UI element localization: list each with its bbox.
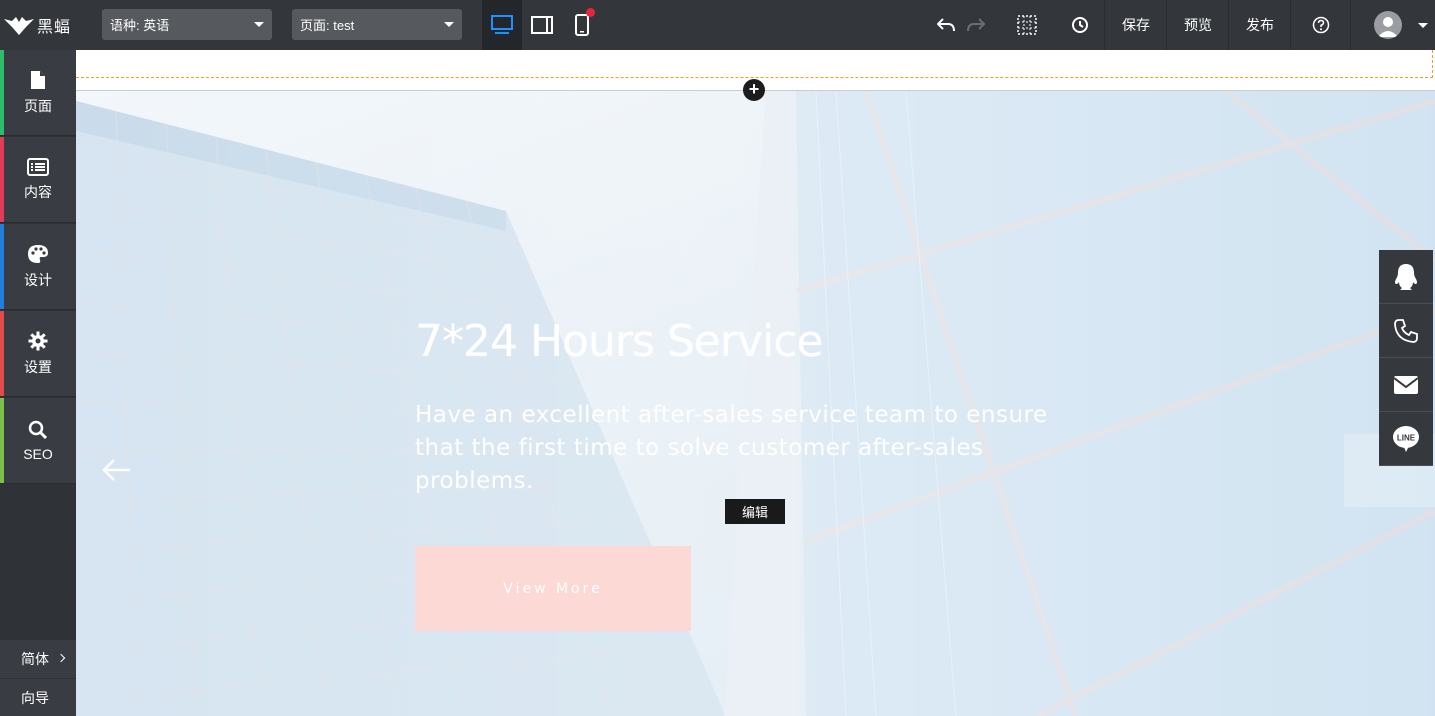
language-switch-label: 简体 bbox=[21, 651, 49, 667]
chevron-down-icon bbox=[444, 22, 454, 27]
hero-description[interactable]: Have an excellent after-sales service te… bbox=[415, 399, 1075, 498]
qq-contact-button[interactable] bbox=[1379, 250, 1433, 304]
desktop-view-button[interactable] bbox=[482, 0, 522, 50]
language-select[interactable]: 语种: 英语 bbox=[102, 9, 272, 40]
hero-title[interactable]: 7*24 Hours Service bbox=[415, 316, 823, 367]
editor-canvas[interactable]: + 7*24 Hours Service Have an excellent a… bbox=[76, 50, 1435, 716]
notification-dot bbox=[586, 8, 595, 17]
page-select[interactable]: 页面: test bbox=[292, 9, 462, 40]
tablet-view-button[interactable] bbox=[522, 0, 562, 50]
publish-button[interactable]: 发布 bbox=[1229, 0, 1291, 50]
mail-contact-button[interactable] bbox=[1379, 358, 1433, 412]
tablet-icon bbox=[531, 16, 553, 34]
guide-label: 向导 bbox=[21, 689, 49, 706]
line-contact-button[interactable]: LINE bbox=[1379, 412, 1433, 466]
sidebar-item-label: 设置 bbox=[24, 358, 52, 375]
plus-icon: + bbox=[748, 79, 760, 99]
mobile-view-button[interactable] bbox=[562, 0, 602, 50]
palette-icon bbox=[28, 244, 48, 263]
undo-button[interactable] bbox=[932, 0, 960, 50]
sidebar-item-page[interactable]: 页面 bbox=[0, 50, 76, 136]
redo-icon bbox=[967, 18, 985, 32]
sidebar-item-content[interactable]: 内容 bbox=[0, 137, 76, 223]
edit-button[interactable]: 编辑 bbox=[725, 499, 785, 524]
chevron-down-icon bbox=[254, 22, 264, 27]
left-sidebar: 页面 内容 设计 设置 SEO 简体 向导 bbox=[0, 50, 76, 716]
history-icon bbox=[1072, 17, 1088, 33]
toolbar-divider bbox=[1350, 0, 1351, 50]
floating-contact-bar: LINE bbox=[1379, 250, 1433, 466]
top-toolbar: 黑蝠 语种: 英语 页面: test 保存 预览 发布 bbox=[0, 0, 1435, 50]
language-switch[interactable]: 简体 bbox=[0, 640, 76, 678]
sidebar-item-label: 内容 bbox=[24, 183, 52, 200]
grid-icon bbox=[1017, 15, 1037, 35]
undo-icon bbox=[937, 18, 955, 32]
sidebar-accent-bar bbox=[0, 398, 4, 483]
line-icon: LINE bbox=[1393, 425, 1419, 452]
line-text: LINE bbox=[1397, 433, 1416, 442]
list-icon bbox=[27, 157, 49, 176]
header-section[interactable] bbox=[76, 50, 1433, 78]
chevron-down-icon[interactable] bbox=[1418, 23, 1428, 28]
preview-button[interactable]: 预览 bbox=[1167, 0, 1229, 50]
sidebar-item-seo[interactable]: SEO bbox=[0, 398, 76, 484]
help-icon bbox=[1312, 16, 1330, 34]
grid-toggle-button[interactable] bbox=[1012, 0, 1042, 50]
help-button[interactable] bbox=[1292, 0, 1350, 50]
bat-logo-icon bbox=[4, 17, 34, 35]
redo-button[interactable] bbox=[962, 0, 990, 50]
history-button[interactable] bbox=[1064, 0, 1096, 50]
view-more-button[interactable]: View More bbox=[415, 546, 691, 631]
phone-device-icon bbox=[575, 14, 589, 36]
save-button[interactable]: 保存 bbox=[1105, 0, 1167, 50]
sidebar-item-settings[interactable]: 设置 bbox=[0, 311, 76, 397]
sidebar-accent-bar bbox=[0, 137, 4, 222]
guide-button[interactable]: 向导 bbox=[0, 679, 76, 716]
sidebar-accent-bar bbox=[0, 224, 4, 309]
gear-icon bbox=[28, 331, 48, 350]
arrow-left-icon[interactable] bbox=[102, 458, 132, 482]
user-icon bbox=[1378, 17, 1398, 37]
desktop-icon bbox=[491, 15, 513, 34]
sidebar-accent-bar bbox=[0, 50, 4, 135]
phone-contact-button[interactable] bbox=[1379, 304, 1433, 358]
language-select-value: 语种: 英语 bbox=[110, 18, 170, 33]
search-icon bbox=[28, 420, 48, 439]
page-select-value: 页面: test bbox=[300, 18, 355, 33]
sidebar-item-label: 设计 bbox=[24, 271, 52, 288]
phone-icon bbox=[1394, 318, 1418, 343]
toolbar-divider bbox=[1290, 0, 1291, 50]
sidebar-item-label: SEO bbox=[23, 445, 53, 462]
hero-banner[interactable]: 7*24 Hours Service Have an excellent aft… bbox=[76, 90, 1435, 716]
user-avatar[interactable] bbox=[1374, 11, 1402, 39]
add-section-button[interactable]: + bbox=[743, 79, 765, 101]
file-icon bbox=[31, 70, 45, 89]
chevron-right-icon bbox=[56, 653, 66, 663]
logo-text: 黑蝠 bbox=[37, 19, 72, 36]
mail-icon bbox=[1393, 375, 1419, 394]
sidebar-item-design[interactable]: 设计 bbox=[0, 224, 76, 310]
qq-icon bbox=[1395, 263, 1417, 290]
app-logo[interactable]: 黑蝠 bbox=[4, 11, 71, 39]
sidebar-accent-bar bbox=[0, 311, 4, 396]
sidebar-item-label: 页面 bbox=[24, 97, 52, 114]
